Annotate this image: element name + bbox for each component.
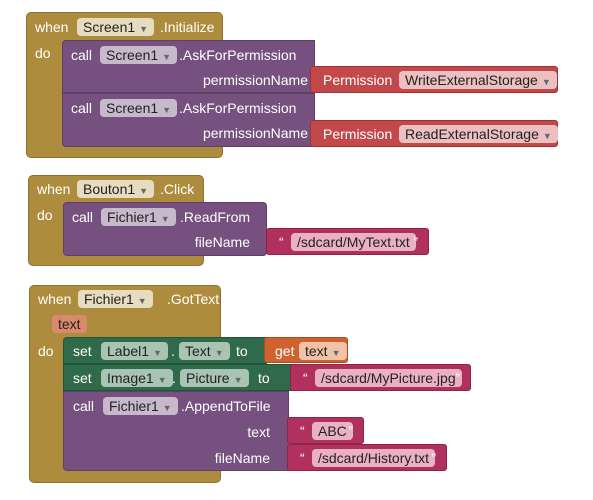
- to-label: to: [258, 370, 270, 386]
- method-name: .AppendToFile: [181, 398, 271, 414]
- chevron-down-icon: ▼: [160, 214, 170, 224]
- chevron-down-icon: ▼: [162, 403, 172, 413]
- call-label: call: [71, 47, 93, 63]
- chevron-down-icon: ▼: [139, 186, 149, 196]
- text-string-block[interactable]: “ /sdcard/MyText.txt ”: [266, 228, 429, 255]
- call-label: call: [73, 398, 95, 414]
- dot: .: [171, 343, 175, 359]
- get-label: get: [275, 343, 295, 359]
- permission-dropdown[interactable]: ReadExternalStorage ▼: [399, 125, 558, 143]
- set-label: set: [73, 343, 92, 359]
- event-name: .GotText: [167, 291, 220, 307]
- string-value[interactable]: /sdcard/MyText.txt: [291, 233, 416, 251]
- text-string-block[interactable]: “ /sdcard/History.txt ”: [287, 444, 447, 471]
- component-dropdown[interactable]: Screen1 ▼: [77, 18, 155, 36]
- get-variable-block[interactable]: get text ▼: [264, 337, 348, 363]
- method-name: .AskForPermission: [179, 100, 297, 116]
- arg-label: permissionName: [202, 72, 308, 88]
- do-label: do: [37, 207, 53, 223]
- permission-block[interactable]: Permission WriteExternalStorage ▼: [310, 66, 558, 93]
- chevron-down-icon: ▼: [137, 296, 147, 306]
- chevron-down-icon: ▼: [162, 105, 172, 115]
- text-string-block[interactable]: “ /sdcard/MyPicture.jpg ”: [290, 364, 471, 391]
- chevron-down-icon: ▼: [153, 348, 162, 358]
- chevron-down-icon: ▼: [542, 131, 552, 141]
- string-value[interactable]: /sdcard/History.txt: [312, 449, 435, 467]
- chevron-down-icon: ▼: [157, 375, 167, 385]
- dropdown-value: Picture: [186, 370, 230, 386]
- dropdown-value: Screen1: [106, 100, 159, 116]
- dropdown-value: Text: [185, 343, 211, 359]
- dropdown-value: Bouton1: [83, 181, 136, 197]
- when-label: when: [37, 181, 71, 197]
- event-parameter[interactable]: text: [52, 315, 87, 333]
- do-label: do: [35, 45, 51, 61]
- arg-label: fileName: [214, 450, 270, 466]
- dropdown-value: Screen1: [83, 19, 136, 35]
- set-label: set: [73, 370, 92, 386]
- when-label: when: [38, 291, 72, 307]
- property-dropdown[interactable]: Picture ▼: [180, 369, 249, 387]
- method-name: .ReadFrom: [180, 209, 251, 225]
- appendtofile-call[interactable]: call Fichier1 ▼ .AppendToFile text fileNa…: [63, 391, 289, 471]
- open-quote: “: [279, 234, 284, 250]
- ask-permission-call-1[interactable]: call Screen1 ▼ .AskForPermission permissi…: [62, 40, 315, 93]
- permission-label: Permission: [323, 126, 393, 142]
- close-quote: ”: [413, 234, 418, 250]
- component-dropdown[interactable]: Screen1 ▼: [100, 99, 178, 117]
- dropdown-value: Fichier1: [107, 209, 157, 225]
- variable-dropdown[interactable]: text ▼: [299, 342, 347, 360]
- ask-permission-call-2[interactable]: call Screen1 ▼ .AskForPermission permissi…: [62, 93, 315, 147]
- component-dropdown[interactable]: Bouton1 ▼: [77, 180, 155, 198]
- chevron-down-icon: ▼: [541, 77, 551, 87]
- permission-dropdown[interactable]: WriteExternalStorage ▼: [399, 71, 557, 89]
- method-name: .AskForPermission: [179, 47, 297, 63]
- dropdown-value: Fichier1: [84, 291, 134, 307]
- to-label: to: [236, 343, 248, 359]
- permission-label: Permission: [323, 72, 393, 88]
- arg-label: permissionName: [202, 125, 308, 141]
- chevron-down-icon: ▼: [162, 52, 172, 62]
- arg-label: text: [247, 424, 270, 440]
- chevron-down-icon: ▼: [214, 348, 224, 358]
- open-quote: “: [303, 370, 308, 386]
- dot: .: [172, 370, 176, 386]
- arg-label: fileName: [194, 234, 250, 250]
- do-label: do: [38, 343, 54, 359]
- permission-block[interactable]: Permission ReadExternalStorage ▼: [310, 120, 558, 147]
- chevron-down-icon: ▼: [331, 348, 341, 358]
- open-quote: “: [300, 450, 305, 466]
- component-dropdown[interactable]: Fichier1 ▼: [101, 208, 176, 226]
- component-dropdown[interactable]: Fichier1 ▼: [78, 290, 153, 308]
- dropdown-value: Fichier1: [109, 398, 159, 414]
- component-dropdown[interactable]: Label1 ▼: [101, 342, 168, 360]
- chevron-down-icon: ▼: [233, 375, 243, 385]
- set-image1-picture[interactable]: set Image1 ▼ . Picture ▼ to: [63, 364, 294, 391]
- component-dropdown[interactable]: Screen1 ▼: [100, 46, 178, 64]
- dropdown-value: WriteExternalStorage: [405, 72, 538, 88]
- string-value[interactable]: ABC: [312, 422, 353, 440]
- close-quote: ”: [431, 450, 436, 466]
- event-name: .Click: [160, 181, 195, 197]
- set-label1-text[interactable]: set Label1 ▼ . Text ▼ to: [63, 337, 267, 364]
- dropdown-value: Image1: [107, 370, 154, 386]
- property-dropdown[interactable]: Text ▼: [179, 342, 230, 360]
- readfrom-call[interactable]: call Fichier1 ▼ .ReadFrom fileName: [63, 202, 267, 256]
- dropdown-value: Label1: [107, 343, 150, 359]
- close-quote: ”: [348, 423, 353, 439]
- dropdown-value: ReadExternalStorage: [405, 126, 539, 142]
- text-string-block[interactable]: “ ABC ”: [287, 417, 364, 444]
- chevron-down-icon: ▼: [139, 24, 149, 34]
- call-label: call: [72, 209, 94, 225]
- event-name: .Initialize: [160, 19, 215, 35]
- dropdown-value: Screen1: [106, 47, 159, 63]
- call-label: call: [71, 100, 93, 116]
- component-dropdown[interactable]: Image1 ▼: [101, 369, 173, 387]
- component-dropdown[interactable]: Fichier1 ▼: [103, 397, 178, 415]
- string-value[interactable]: /sdcard/MyPicture.jpg: [315, 369, 462, 387]
- dropdown-value: text: [305, 343, 328, 359]
- when-label: when: [35, 19, 69, 35]
- open-quote: “: [300, 423, 305, 439]
- close-quote: ”: [455, 370, 460, 386]
